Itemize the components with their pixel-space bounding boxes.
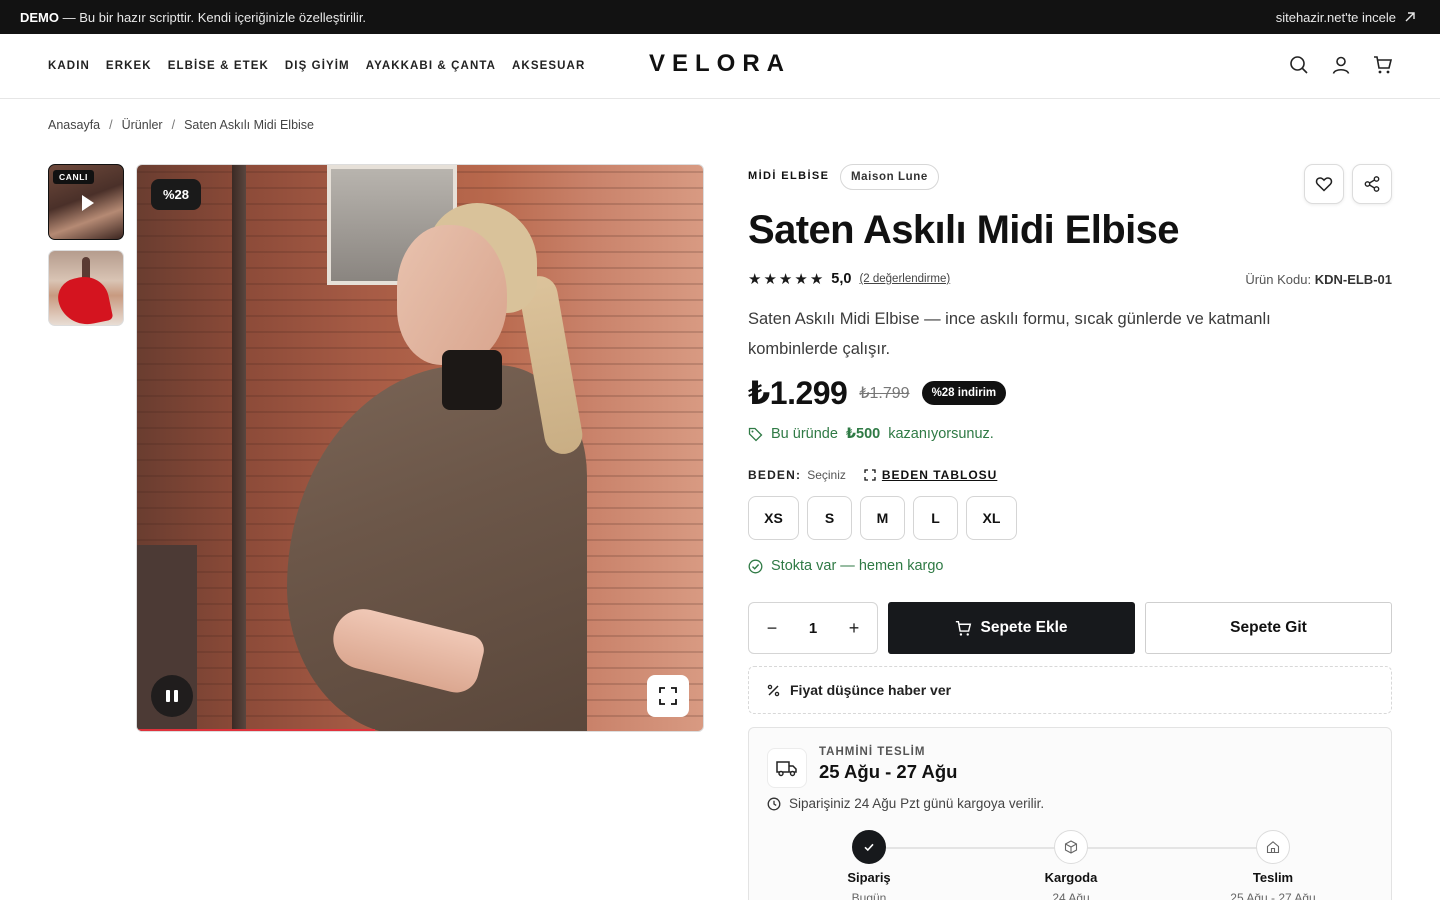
size-header: BEDEN: Seçiniz BEDEN TABLOSU bbox=[748, 468, 997, 482]
star-icon: ★ bbox=[778, 271, 793, 288]
star-icon: ★ bbox=[748, 271, 762, 288]
step-delivery: Teslim 25 Ağu - 27 Ağu bbox=[1213, 830, 1333, 900]
rating-row: ★ ★ ★ ★ ★ 5,0 (2 değerlendirme) Ürün Kodu: K… bbox=[748, 268, 1392, 290]
old-price: ₺1.799 bbox=[859, 385, 910, 402]
step-shipping: Kargoda 24 Ağu bbox=[1011, 830, 1131, 900]
breadcrumb-home[interactable]: Anasayfa bbox=[48, 118, 100, 132]
cart-icon[interactable] bbox=[1372, 54, 1394, 76]
video-pole bbox=[232, 165, 246, 731]
home-icon bbox=[1256, 830, 1290, 864]
product-category[interactable]: MİDİ ELBİSE bbox=[748, 170, 829, 182]
thumbnail-dress bbox=[54, 272, 114, 325]
step-order: Sipariş Bugün bbox=[809, 830, 929, 900]
ruler-icon bbox=[864, 469, 876, 481]
fullscreen-icon bbox=[659, 687, 677, 705]
truck-icon bbox=[767, 748, 807, 788]
star-icon: ★ bbox=[794, 271, 808, 288]
star-icon: ★ bbox=[763, 271, 777, 288]
demo-link[interactable]: sitehazir.net'te incele bbox=[1276, 10, 1416, 25]
size-option-l[interactable]: L bbox=[913, 496, 958, 540]
size-options: XS S M L XL bbox=[748, 496, 1017, 540]
demo-text: DEMO — Bu bir hazır scripttir. Kendi içe… bbox=[20, 9, 367, 25]
breadcrumb: Anasayfa / Ürünler / Saten Askılı Midi E… bbox=[48, 118, 314, 132]
product-title: Saten Askılı Midi Elbise bbox=[748, 208, 1180, 252]
size-selection: Seçiniz bbox=[807, 468, 846, 482]
quantity-stepper: − 1 + bbox=[748, 602, 878, 654]
delivery-steps: Sipariş Bugün Kargoda 24 Ağu Teslim 25 A… bbox=[749, 830, 1393, 900]
discount-badge: %28 bbox=[151, 179, 202, 210]
product-code: Ürün Kodu: KDN-ELB-01 bbox=[1245, 271, 1392, 287]
stock-status: Stokta var — hemen kargo bbox=[748, 558, 943, 574]
delivery-range: 25 Ağu - 27 Ağu bbox=[819, 761, 958, 782]
pause-icon bbox=[174, 690, 178, 702]
decrease-button[interactable]: − bbox=[763, 618, 781, 639]
earn-amount: ₺500 bbox=[845, 426, 881, 442]
product-video[interactable]: %28 bbox=[136, 164, 704, 732]
go-to-cart-button[interactable]: Sepete Git bbox=[1145, 602, 1392, 654]
star-icon: ★ bbox=[809, 271, 824, 288]
size-option-xl[interactable]: XL bbox=[966, 496, 1017, 540]
size-chart-link[interactable]: BEDEN TABLOSU bbox=[864, 468, 997, 482]
add-to-cart-button[interactable]: Sepete Ekle bbox=[888, 602, 1135, 654]
delivery-estimate: TAHMİNİ TESLİM 25 Ağu - 27 Ağu Siparişin… bbox=[748, 727, 1392, 900]
arrow-up-right-icon bbox=[1405, 12, 1415, 22]
heart-icon bbox=[1315, 177, 1333, 192]
brand-badge[interactable]: Maison Lune bbox=[840, 164, 939, 190]
current-price: ₺1.299 bbox=[748, 375, 848, 411]
pause-button[interactable] bbox=[151, 675, 193, 717]
rating-value: 5,0 bbox=[831, 271, 852, 287]
size-option-m[interactable]: M bbox=[860, 496, 905, 540]
size-option-s[interactable]: S bbox=[807, 496, 852, 540]
check-circle-icon bbox=[748, 559, 763, 573]
breadcrumb-separator: / bbox=[109, 118, 113, 132]
breadcrumb-current: Saten Askılı Midi Elbise bbox=[184, 118, 315, 132]
site-header: KADIN ERKEK ELBİSE & ETEK DIŞ GİYİM AYAK… bbox=[0, 34, 1440, 99]
fullscreen-button[interactable] bbox=[647, 675, 689, 717]
play-icon bbox=[82, 195, 94, 211]
shipping-note: Siparişiniz 24 Ağu Pzt günü kargoya veri… bbox=[767, 796, 1044, 811]
discount-pill: %28 indirim bbox=[921, 381, 1007, 405]
price-row: ₺1.299 ₺1.799 %28 indirim bbox=[748, 374, 1007, 412]
breadcrumb-separator: / bbox=[171, 118, 176, 132]
clock-icon bbox=[767, 797, 781, 810]
model-collar bbox=[442, 350, 502, 410]
check-icon bbox=[852, 830, 886, 864]
rating-stars: ★ ★ ★ ★ ★ bbox=[748, 270, 823, 288]
size-label: BEDEN: bbox=[748, 468, 802, 482]
live-badge: CANLI bbox=[53, 170, 94, 184]
thumbnail-video[interactable]: CANLI bbox=[48, 164, 124, 240]
size-option-xs[interactable]: XS bbox=[748, 496, 799, 540]
header-icons bbox=[1288, 54, 1394, 76]
share-icon bbox=[1364, 176, 1380, 192]
user-icon[interactable] bbox=[1330, 54, 1352, 76]
demo-bar: DEMO — Bu bir hazır scripttir. Kendi içe… bbox=[0, 0, 1440, 34]
earn-info: Bu üründe ₺500 kazanıyorsunuz. bbox=[748, 426, 994, 442]
model-face bbox=[397, 225, 507, 365]
quantity-value[interactable]: 1 bbox=[809, 620, 817, 637]
cart-icon bbox=[956, 620, 972, 636]
price-alert-button[interactable]: Fiyat düşünce haber ver bbox=[748, 666, 1392, 714]
product-description: Saten Askılı Midi Elbise — ince askılı f… bbox=[748, 310, 1271, 358]
tag-icon bbox=[748, 427, 763, 441]
share-button[interactable] bbox=[1352, 164, 1392, 204]
reviews-link[interactable]: (2 değerlendirme) bbox=[859, 273, 950, 285]
breadcrumb-products[interactable]: Ürünler bbox=[122, 118, 163, 132]
purchase-row: − 1 + Sepete Ekle Sepete Git bbox=[748, 602, 1392, 654]
delivery-label: TAHMİNİ TESLİM bbox=[819, 746, 926, 758]
pause-icon bbox=[166, 690, 170, 702]
logo[interactable]: VELORA bbox=[0, 50, 1440, 78]
favorite-button[interactable] bbox=[1304, 164, 1344, 204]
thumbnail-image[interactable] bbox=[48, 250, 124, 326]
video-progress-bar[interactable] bbox=[137, 729, 375, 731]
search-icon[interactable] bbox=[1288, 54, 1310, 76]
package-icon bbox=[1054, 830, 1088, 864]
increase-button[interactable]: + bbox=[845, 618, 863, 639]
percent-icon bbox=[767, 684, 780, 696]
